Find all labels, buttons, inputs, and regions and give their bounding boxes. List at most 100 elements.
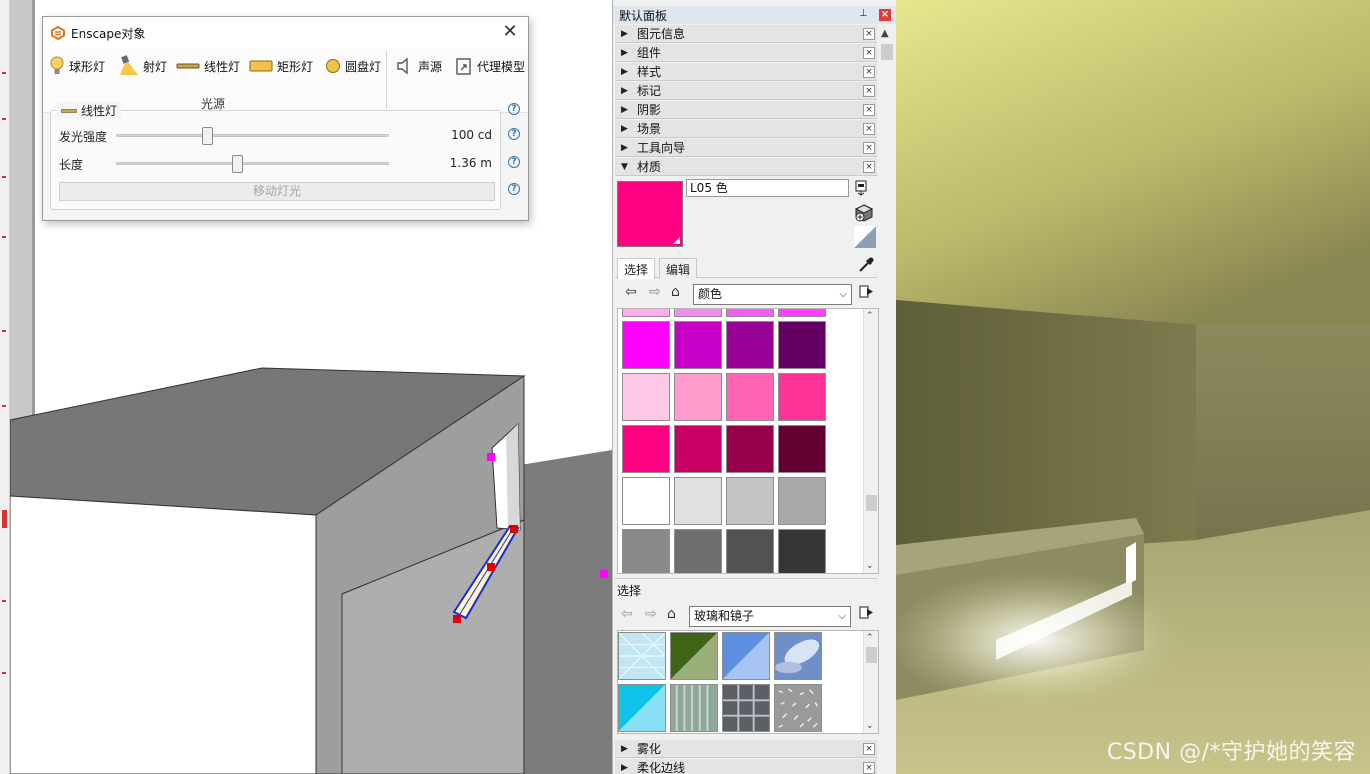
forward-arrow-icon[interactable]: ⇨ (649, 284, 661, 300)
spot-light-button[interactable]: 射灯 (119, 53, 167, 79)
close-section-icon[interactable]: × (863, 743, 875, 755)
tab-edit[interactable]: 编辑 (659, 258, 698, 278)
tray-scroll-thumb[interactable] (881, 44, 893, 60)
chevron-up-icon[interactable]: ⌃ (866, 311, 874, 321)
swatch-scroll-thumb[interactable] (866, 495, 877, 511)
display-in-model-icon[interactable] (854, 180, 868, 196)
cyan-glass-swatch[interactable] (618, 684, 666, 732)
back-arrow-icon[interactable]: ⇦ (625, 284, 637, 300)
color-swatch[interactable] (778, 477, 826, 525)
color-swatch[interactable] (726, 373, 774, 421)
length-slider-thumb[interactable] (232, 155, 244, 173)
glass-scroll-thumb[interactable] (866, 647, 877, 663)
close-section-icon[interactable]: × (863, 123, 875, 135)
glass-block-swatch[interactable] (722, 684, 770, 732)
tray-section-top-7[interactable]: ▼ 材质 × (615, 158, 877, 176)
tray-section-top-1[interactable]: ▶ 组件 × (615, 44, 877, 62)
chevron-down-icon[interactable]: ⌄ (866, 561, 874, 571)
color-swatch[interactable] (674, 477, 722, 525)
color-swatch[interactable] (674, 309, 722, 317)
color-swatch[interactable] (674, 529, 722, 573)
tray-section-bottom-1[interactable]: ▶ 柔化边线 × (615, 759, 877, 774)
color-swatch[interactable] (622, 529, 670, 573)
swatch-scrollbar[interactable]: ⌃ ⌄ (863, 309, 878, 573)
second-collection-select[interactable]: 玻璃和镜子 ⌵ (689, 606, 851, 627)
move-light-button[interactable]: 移动灯光 (59, 182, 495, 201)
back-arrow-icon[interactable]: ⇦ (621, 606, 633, 622)
close-section-icon[interactable]: × (863, 762, 875, 774)
linear-light-button[interactable]: 线性灯 (176, 53, 240, 79)
enscape-render-view[interactable]: CSDN @/*守护她的笑容 (896, 0, 1370, 774)
color-swatch[interactable] (778, 309, 826, 317)
color-swatch[interactable] (778, 373, 826, 421)
chevron-up-icon[interactable]: ⌃ (866, 633, 874, 643)
disk-light-button[interactable]: 圆盘灯 (325, 53, 381, 79)
color-swatch[interactable] (622, 321, 670, 369)
color-swatch[interactable] (622, 309, 670, 317)
material-color-preview[interactable] (617, 181, 683, 247)
mirror-swatch[interactable] (774, 632, 822, 680)
close-section-icon[interactable]: × (863, 28, 875, 40)
frosted-glass-swatch[interactable] (774, 684, 822, 732)
close-section-icon[interactable]: × (863, 47, 875, 59)
tinted-glass-swatch[interactable] (670, 632, 718, 680)
material-collection-select[interactable]: 颜色 ⌵ (693, 284, 852, 305)
color-swatch[interactable] (674, 373, 722, 421)
scroll-up-icon[interactable]: ▲ (881, 28, 889, 39)
home-icon[interactable]: ⌂ (667, 606, 676, 622)
tray-section-bottom-0[interactable]: ▶ 雾化 × (615, 740, 877, 758)
color-swatch[interactable] (778, 425, 826, 473)
color-swatch[interactable] (726, 321, 774, 369)
ribbed-glass-swatch[interactable] (670, 684, 718, 732)
proxy-model-button[interactable]: 代理模型 (455, 53, 525, 79)
default-material-icon[interactable] (854, 226, 876, 248)
eyedropper-icon[interactable] (857, 256, 875, 274)
intensity-slider-thumb[interactable] (202, 127, 214, 145)
blue-glass-swatch[interactable] (722, 632, 770, 680)
close-icon[interactable]: ✕ (500, 23, 520, 43)
material-name-input[interactable]: L05 色 (686, 179, 849, 197)
close-section-icon[interactable]: × (863, 161, 875, 173)
details-arrow-icon[interactable] (859, 284, 875, 300)
close-section-icon[interactable]: × (863, 142, 875, 154)
length-slider[interactable] (116, 155, 389, 173)
forward-arrow-icon[interactable]: ⇨ (645, 606, 657, 622)
color-swatch[interactable] (726, 309, 774, 317)
tray-section-top-0[interactable]: ▶ 图元信息 × (615, 25, 877, 43)
tab-select[interactable]: 选择 (617, 258, 656, 279)
help-icon[interactable]: ? (508, 103, 520, 115)
color-swatch[interactable] (778, 529, 826, 573)
color-swatch[interactable] (622, 477, 670, 525)
color-swatch[interactable] (726, 425, 774, 473)
color-swatch[interactable] (726, 477, 774, 525)
tray-section-top-5[interactable]: ▶ 场景 × (615, 120, 877, 138)
pin-icon[interactable]: ⊥ (859, 8, 868, 19)
tray-titlebar[interactable]: 默认面板 ⊥ × (613, 6, 896, 24)
help-icon[interactable]: ? (508, 183, 520, 195)
tray-section-top-3[interactable]: ▶ 标记 × (615, 82, 877, 100)
color-swatch[interactable] (622, 373, 670, 421)
close-section-icon[interactable]: × (863, 104, 875, 116)
chevron-down-icon[interactable]: ⌄ (866, 721, 874, 731)
create-material-icon[interactable] (854, 203, 874, 223)
sound-source-button[interactable]: 声源 (396, 53, 442, 79)
details-arrow-icon[interactable] (859, 605, 875, 621)
color-swatch[interactable] (778, 321, 826, 369)
help-icon[interactable]: ? (508, 156, 520, 168)
glass-scrollbar[interactable]: ⌃ ⌄ (863, 631, 878, 733)
help-icon[interactable]: ? (508, 128, 520, 140)
home-icon[interactable]: ⌂ (671, 284, 680, 300)
tray-section-top-2[interactable]: ▶ 样式 × (615, 63, 877, 81)
tray-section-top-6[interactable]: ▶ 工具向导 × (615, 139, 877, 157)
color-swatch[interactable] (674, 321, 722, 369)
glass-swatch[interactable] (618, 632, 666, 680)
dialog-titlebar[interactable]: Enscape对象 (43, 17, 528, 49)
color-swatch[interactable] (726, 529, 774, 573)
sphere-light-button[interactable]: 球形灯 (49, 53, 105, 79)
close-section-icon[interactable]: × (863, 66, 875, 78)
rect-light-button[interactable]: 矩形灯 (249, 53, 313, 79)
close-section-icon[interactable]: × (863, 85, 875, 97)
color-swatch[interactable] (674, 425, 722, 473)
close-icon[interactable]: × (879, 9, 891, 21)
tray-section-top-4[interactable]: ▶ 阴影 × (615, 101, 877, 119)
